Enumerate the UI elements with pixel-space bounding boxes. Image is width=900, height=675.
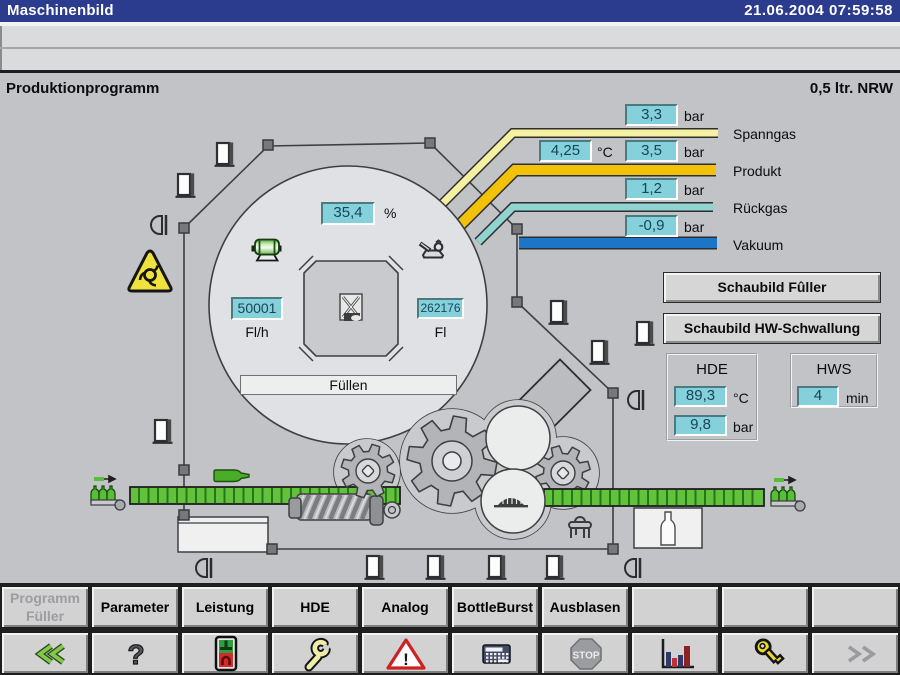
svg-text:?: ? (127, 639, 144, 670)
svg-text:!: ! (403, 650, 409, 669)
svg-text:STOP: STOP (572, 651, 599, 662)
